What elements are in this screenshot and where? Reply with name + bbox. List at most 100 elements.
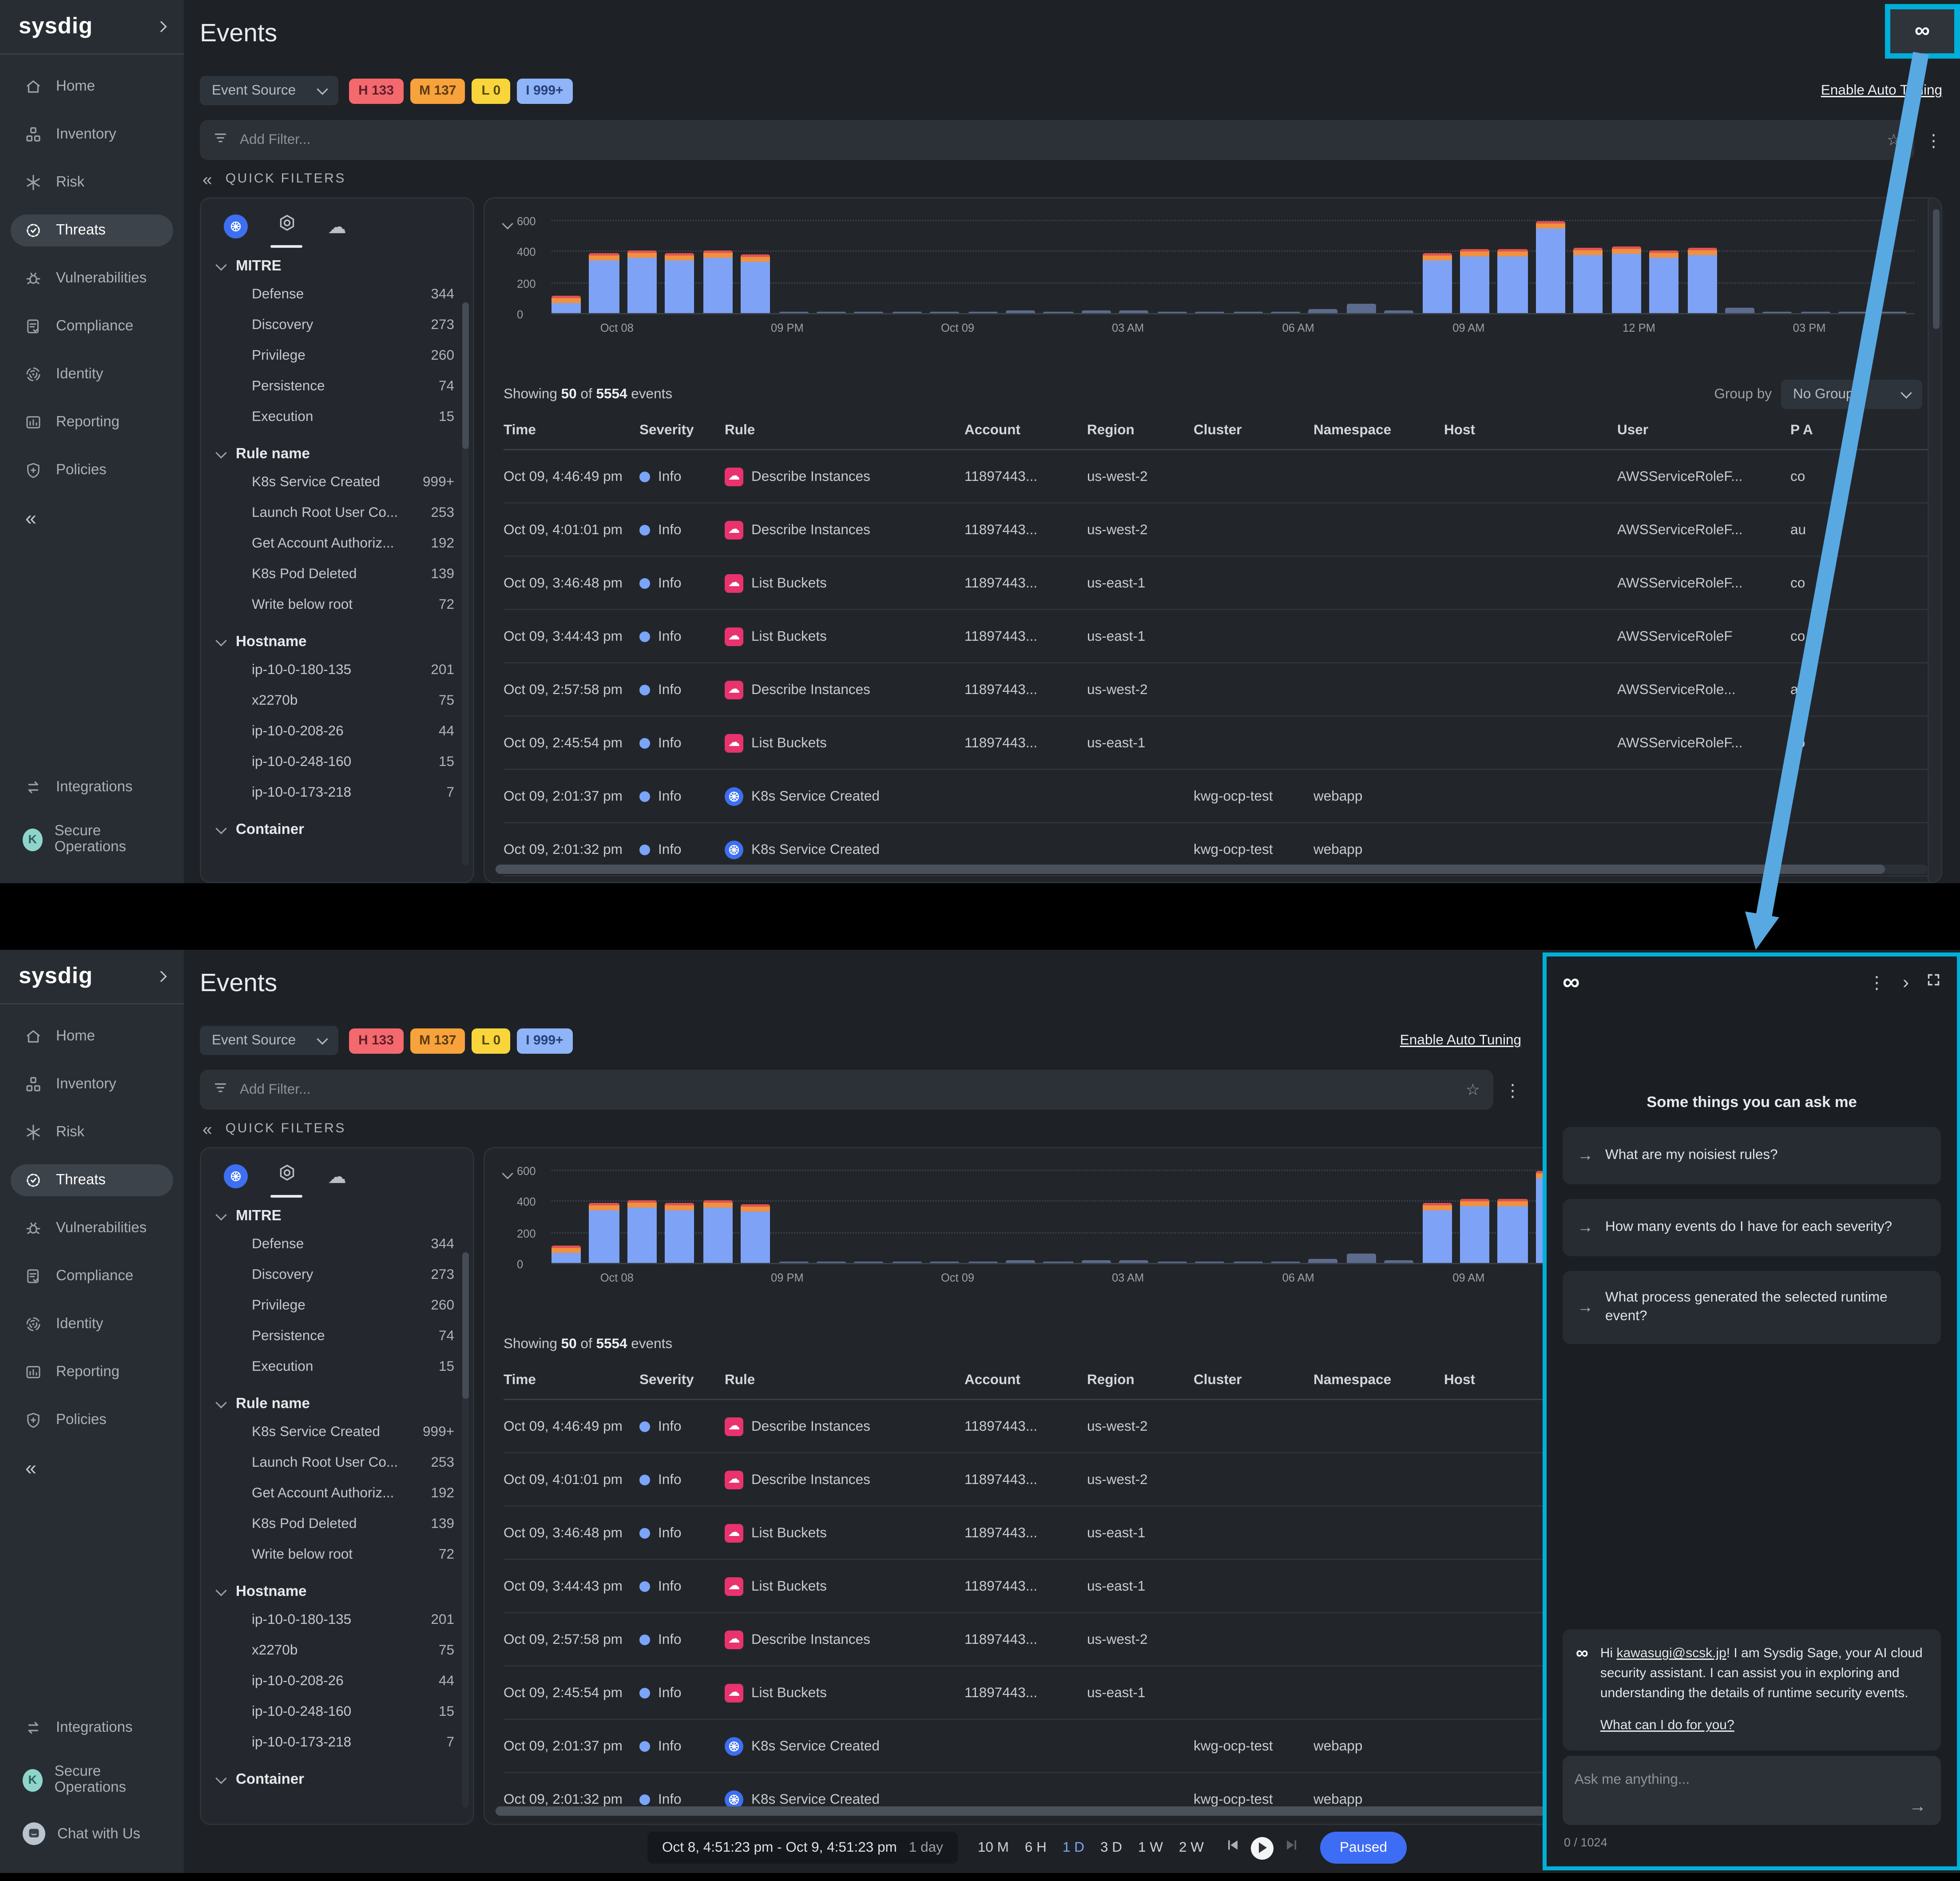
chart-bar[interactable] [1460, 1199, 1489, 1263]
filter-item[interactable]: Discovery273 [217, 1259, 462, 1290]
source-tab-cloud[interactable]: ☁ [325, 214, 349, 238]
severity-chip[interactable]: H 133 [349, 1028, 403, 1053]
chart-bar[interactable] [1346, 304, 1376, 313]
filter-item[interactable]: ip-10-0-248-16015 [217, 746, 462, 777]
filter-item[interactable]: Get Account Authoriz...192 [217, 528, 462, 558]
sidebar-expand-icon[interactable] [155, 971, 167, 982]
sidebar-item-integrations[interactable]: Integrations [11, 1712, 173, 1744]
chart-bar[interactable] [1498, 249, 1527, 313]
more-options-icon[interactable]: ⋮ [1925, 131, 1942, 149]
sidebar-collapse-button[interactable]: « [25, 1457, 184, 1480]
chart-bar[interactable] [1574, 248, 1603, 313]
filter-section-rule-name[interactable]: Rule name [217, 1392, 462, 1416]
group-by-select[interactable]: No Group [1781, 380, 1922, 409]
chart-bar[interactable] [1649, 250, 1678, 313]
filter-item[interactable]: Privilege260 [217, 1290, 462, 1320]
sidebar-item-risk[interactable]: Risk [11, 167, 173, 198]
column-header[interactable]: Severity [639, 1372, 725, 1388]
filter-section-rule-name[interactable]: Rule name [217, 442, 462, 466]
quick-filters-scrollbar[interactable] [462, 302, 469, 866]
sidebar-item-compliance[interactable]: Compliance [11, 1260, 173, 1292]
column-header[interactable]: Time [504, 422, 639, 438]
chart-bar[interactable] [703, 1201, 732, 1263]
sidebar-item-vulnerabilities[interactable]: Vulnerabilities [11, 1212, 173, 1244]
chart-bar[interactable] [551, 1246, 581, 1263]
sage-button[interactable]: ∞ [1885, 4, 1960, 59]
sidebar-item-threats[interactable]: Threats [11, 214, 173, 246]
chart-bar[interactable] [665, 253, 694, 314]
filter-item[interactable]: Discovery273 [217, 309, 462, 340]
enable-auto-tuning-link[interactable]: Enable Auto Tuning [1821, 83, 1942, 99]
filter-section-hostname[interactable]: Hostname [217, 1580, 462, 1604]
column-header[interactable]: Namespace [1313, 1372, 1444, 1388]
event-source-select[interactable]: Event Source [200, 76, 338, 105]
time-range-display[interactable]: Oct 8, 4:51:23 pm - Oct 9, 4:51:23 pm1 d… [647, 1832, 958, 1864]
play-icon[interactable] [1250, 1837, 1273, 1859]
sage-suggestion[interactable]: →What are my noisiest rules? [1563, 1127, 1941, 1184]
filter-item[interactable]: x2270b75 [217, 1635, 462, 1665]
sidebar-expand-icon[interactable] [155, 21, 167, 32]
column-header[interactable]: Namespace [1313, 422, 1444, 438]
chart-bar[interactable] [1498, 1198, 1527, 1263]
filter-section-mitre[interactable]: MITRE [217, 1204, 462, 1228]
sidebar-item-risk[interactable]: Risk [11, 1116, 173, 1148]
table-row[interactable]: Oct 09, 2:01:37 pmInfoK8s Service Create… [504, 770, 1928, 823]
chart-bar[interactable] [1460, 250, 1489, 313]
send-icon[interactable]: → [1909, 1796, 1926, 1816]
filter-section-container[interactable]: Container [217, 1768, 462, 1792]
sidebar-item-inventory[interactable]: Inventory [11, 119, 173, 151]
time-shortcut[interactable]: 3 D [1100, 1840, 1122, 1856]
severity-chip[interactable]: I 999+ [516, 78, 572, 103]
sidebar-item-home[interactable]: Home [11, 71, 173, 103]
chart-bar[interactable] [1422, 1202, 1452, 1263]
enable-auto-tuning-link[interactable]: Enable Auto Tuning [1400, 1032, 1521, 1048]
chart-bar[interactable] [741, 1204, 770, 1263]
filter-item[interactable]: ip-10-0-173-2187 [217, 1726, 462, 1757]
filter-item[interactable]: K8s Pod Deleted139 [217, 558, 462, 589]
sidebar-item-reporting[interactable]: Reporting [11, 1356, 173, 1388]
filter-item[interactable]: ip-10-0-180-135201 [217, 1604, 462, 1635]
filter-item[interactable]: Launch Root User Co...253 [217, 497, 462, 528]
sidebar-item-chat-with-us[interactable]: Chat with Us [11, 1816, 173, 1852]
time-shortcut[interactable]: 1 D [1063, 1840, 1084, 1856]
chart-bar[interactable] [1535, 222, 1565, 313]
sidebar-item-threats[interactable]: Threats [11, 1164, 173, 1196]
chart-bar[interactable] [741, 254, 770, 313]
column-header[interactable]: Cluster [1194, 1372, 1313, 1388]
time-shortcut[interactable]: 6 H [1025, 1840, 1047, 1856]
filter-section-hostname[interactable]: Hostname [217, 630, 462, 654]
sage-suggestion[interactable]: →How many events do I have for each seve… [1563, 1198, 1941, 1255]
filter-item[interactable]: ip-10-0-208-2644 [217, 1665, 462, 1696]
column-header[interactable]: Severity [639, 422, 725, 438]
sage-suggestion[interactable]: →What process generated the selected run… [1563, 1270, 1941, 1344]
filter-item[interactable]: Execution15 [217, 1351, 462, 1381]
vertical-scrollbar[interactable] [1928, 198, 1941, 882]
collapse-quick-filters-icon[interactable]: « [202, 169, 212, 189]
filter-item[interactable]: Defense344 [217, 1228, 462, 1259]
column-header[interactable]: Region [1087, 422, 1194, 438]
sidebar-collapse-button[interactable]: « [25, 508, 184, 530]
favorite-icon[interactable]: ☆ [1887, 131, 1901, 149]
filter-item[interactable]: ip-10-0-208-2644 [217, 715, 462, 746]
chart-bar[interactable] [589, 253, 619, 313]
filter-item[interactable]: Launch Root User Co...253 [217, 1447, 462, 1477]
severity-chip[interactable]: H 133 [349, 78, 403, 103]
user-email-link[interactable]: kawasugi@scsk.jp [1617, 1647, 1726, 1661]
column-header[interactable]: Account [964, 1372, 1087, 1388]
sidebar-item-integrations[interactable]: Integrations [11, 771, 173, 803]
filter-item[interactable]: K8s Service Created999+ [217, 466, 462, 497]
filter-item[interactable]: Write below root72 [217, 1539, 462, 1569]
column-header[interactable]: Account [964, 422, 1087, 438]
filter-item[interactable]: Execution15 [217, 401, 462, 432]
sidebar-item-secure-operations[interactable]: KSecure Operations [11, 817, 173, 862]
filter-section-container[interactable]: Container [217, 818, 462, 842]
chart-bar[interactable] [627, 1200, 656, 1263]
column-header[interactable]: Cluster [1194, 422, 1313, 438]
filter-item[interactable]: Defense344 [217, 278, 462, 309]
more-options-icon[interactable]: ⋮ [1504, 1081, 1521, 1099]
sage-expand-icon[interactable] [1926, 970, 1941, 994]
filter-item[interactable]: x2270b75 [217, 685, 462, 715]
column-header[interactable]: Host [1444, 422, 1617, 438]
sage-input[interactable]: Ask me anything... → [1563, 1756, 1941, 1825]
skip-forward-icon[interactable] [1284, 1836, 1300, 1860]
